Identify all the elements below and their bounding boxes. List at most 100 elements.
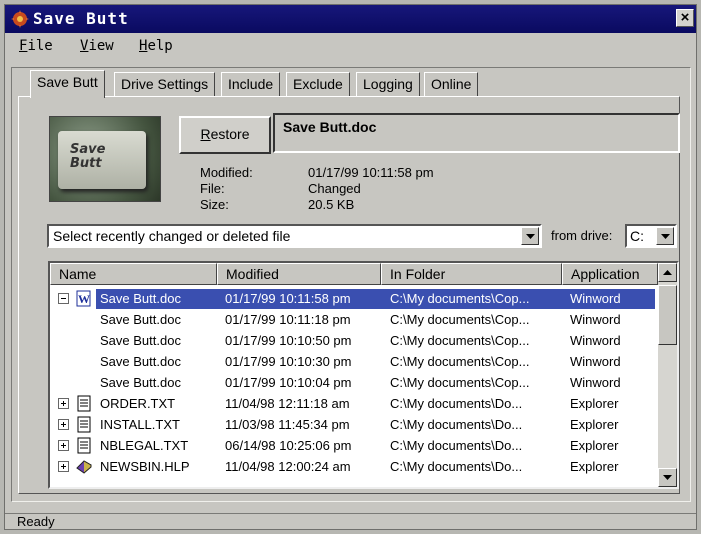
- modified-label: Modified:: [200, 165, 253, 180]
- cell-folder: C:\My documents\Cop...: [390, 375, 530, 390]
- cell-modified: 01/17/99 10:10:50 pm: [225, 333, 352, 348]
- recent-file-select[interactable]: Select recently changed or deleted file: [47, 224, 542, 248]
- column-header-name[interactable]: Name: [50, 263, 217, 285]
- cell-name: Save Butt.doc: [100, 375, 181, 390]
- cell-name: INSTALL.TXT: [100, 417, 180, 432]
- cell-name: NEWSBIN.HLP: [100, 459, 190, 474]
- cell-application: Winword: [570, 312, 621, 327]
- table-row-selected[interactable]: W Save Butt.doc 01/17/99 10:11:58 pm C:\My …: [50, 288, 660, 309]
- cell-name: ORDER.TXT: [100, 396, 176, 411]
- cell-modified: 11/04/98 12:11:18 am: [225, 396, 350, 411]
- file-list[interactable]: Name Modified In Folder Application W Sav…: [48, 261, 679, 489]
- cell-application: Explorer: [570, 438, 619, 453]
- cell-application: Winword: [570, 354, 621, 369]
- cell-modified: 01/17/99 10:10:04 pm: [225, 375, 352, 390]
- cell-modified: 01/17/99 10:11:58 pm: [225, 291, 351, 306]
- svg-text:W: W: [78, 292, 90, 306]
- table-row[interactable]: Save Butt.doc 01/17/99 10:10:04 pm C:\My d…: [50, 372, 660, 393]
- column-header-modified[interactable]: Modified: [217, 263, 381, 285]
- table-row[interactable]: NEWSBIN.HLP 11/04/98 12:00:24 am C:\My doc…: [50, 456, 660, 477]
- scroll-down-button[interactable]: [658, 468, 677, 487]
- cell-application: Explorer: [570, 459, 619, 474]
- cell-folder: C:\My documents\Do...: [390, 459, 523, 474]
- size-label: Size:: [200, 197, 229, 212]
- tab-include[interactable]: Include: [221, 72, 281, 96]
- collapse-icon[interactable]: [58, 293, 69, 304]
- table-row[interactable]: Save Butt.doc 01/17/99 10:11:18 pm C:\My d…: [50, 309, 660, 330]
- chevron-down-icon: [526, 234, 535, 239]
- tab-online[interactable]: Online: [424, 72, 479, 96]
- expand-icon[interactable]: [58, 419, 69, 430]
- logo-key-cap: Save Butt: [58, 131, 146, 189]
- cell-folder: C:\My documents\Do...: [390, 417, 523, 432]
- recent-file-select-value: Select recently changed or deleted file: [53, 228, 291, 244]
- cell-modified: 01/17/99 10:11:18 pm: [225, 312, 351, 327]
- chevron-down-icon: [661, 234, 670, 239]
- cell-application: Winword: [570, 291, 621, 306]
- cell-folder: C:\My documents\Cop...: [390, 354, 530, 369]
- tab-drive-settings[interactable]: Drive Settings: [114, 72, 216, 96]
- restore-mnemonic: R: [200, 126, 211, 142]
- cell-folder: C:\My documents\Do...: [390, 438, 523, 453]
- title-bar[interactable]: Save Butt ×: [5, 5, 696, 33]
- close-button[interactable]: ×: [676, 9, 694, 27]
- help-book-icon: [76, 460, 92, 474]
- cell-application: Winword: [570, 375, 621, 390]
- table-row[interactable]: Save Butt.doc 01/17/99 10:10:50 pm C:\My d…: [50, 330, 660, 351]
- cell-name: NBLEGAL.TXT: [100, 438, 189, 453]
- cell-modified: 01/17/99 10:10:30 pm: [225, 354, 352, 369]
- restore-label: estore: [210, 126, 250, 142]
- menu-file[interactable]: File: [19, 38, 53, 54]
- expand-icon[interactable]: [58, 461, 69, 472]
- cell-application: Explorer: [570, 396, 619, 411]
- menu-help-label: elp: [147, 38, 173, 54]
- menu-help[interactable]: Help: [139, 38, 173, 54]
- drive-select-value: C:: [630, 228, 644, 244]
- text-file-icon: [77, 395, 91, 412]
- scroll-up-button[interactable]: [658, 263, 677, 282]
- cell-folder: C:\My documents\Do...: [390, 396, 523, 411]
- modified-value: 01/17/99 10:11:58 pm: [308, 165, 434, 180]
- cell-modified: 06/14/98 10:25:06 pm: [225, 438, 352, 453]
- app-gear-icon: [11, 10, 29, 28]
- drive-label: from drive:: [551, 228, 613, 243]
- tab-logging[interactable]: Logging: [356, 72, 420, 96]
- selected-filename: Save Butt.doc: [273, 113, 680, 153]
- column-header-application[interactable]: Application: [562, 263, 658, 285]
- cell-folder: C:\My documents\Cop...: [390, 291, 530, 306]
- recent-file-dropdown-button[interactable]: [521, 227, 539, 245]
- expand-icon[interactable]: [58, 440, 69, 451]
- text-file-icon: [77, 416, 91, 433]
- size-value: 20.5 KB: [308, 197, 355, 212]
- cell-modified: 11/03/98 11:45:34 pm: [225, 417, 350, 432]
- arrow-up-icon: [663, 270, 672, 275]
- column-header-folder[interactable]: In Folder: [381, 263, 562, 285]
- menu-view-label: iew: [88, 38, 114, 54]
- restore-button[interactable]: Restore: [179, 116, 271, 154]
- table-row[interactable]: ORDER.TXT 11/04/98 12:11:18 am C:\My docum…: [50, 393, 660, 414]
- arrow-down-icon: [663, 475, 672, 480]
- vertical-scrollbar[interactable]: [658, 263, 677, 487]
- file-status-value: Changed: [308, 181, 361, 196]
- scroll-thumb[interactable]: [658, 285, 677, 345]
- drive-select[interactable]: C:: [625, 224, 677, 248]
- tab-exclude[interactable]: Exclude: [286, 72, 350, 96]
- save-butt-logo: Save Butt: [49, 116, 161, 202]
- menu-view[interactable]: View: [80, 38, 114, 54]
- cell-name: Save Butt.doc: [100, 291, 181, 306]
- word-doc-icon: W: [76, 290, 91, 307]
- file-status-label: File:: [200, 181, 225, 196]
- cell-application: Explorer: [570, 417, 619, 432]
- cell-name: Save Butt.doc: [100, 354, 181, 369]
- menu-bar: File View Help: [5, 35, 696, 57]
- cell-application: Winword: [570, 333, 621, 348]
- cell-folder: C:\My documents\Cop...: [390, 333, 530, 348]
- menu-file-label: ile: [27, 38, 53, 54]
- expand-icon[interactable]: [58, 398, 69, 409]
- table-row[interactable]: NBLEGAL.TXT 06/14/98 10:25:06 pm C:\My doc…: [50, 435, 660, 456]
- table-row[interactable]: INSTALL.TXT 11/03/98 11:45:34 pm C:\My doc…: [50, 414, 660, 435]
- cell-folder: C:\My documents\Cop...: [390, 312, 530, 327]
- tab-save-butt[interactable]: Save Butt: [30, 70, 105, 98]
- table-row[interactable]: Save Butt.doc 01/17/99 10:10:30 pm C:\My d…: [50, 351, 660, 372]
- drive-dropdown-button[interactable]: [656, 227, 674, 245]
